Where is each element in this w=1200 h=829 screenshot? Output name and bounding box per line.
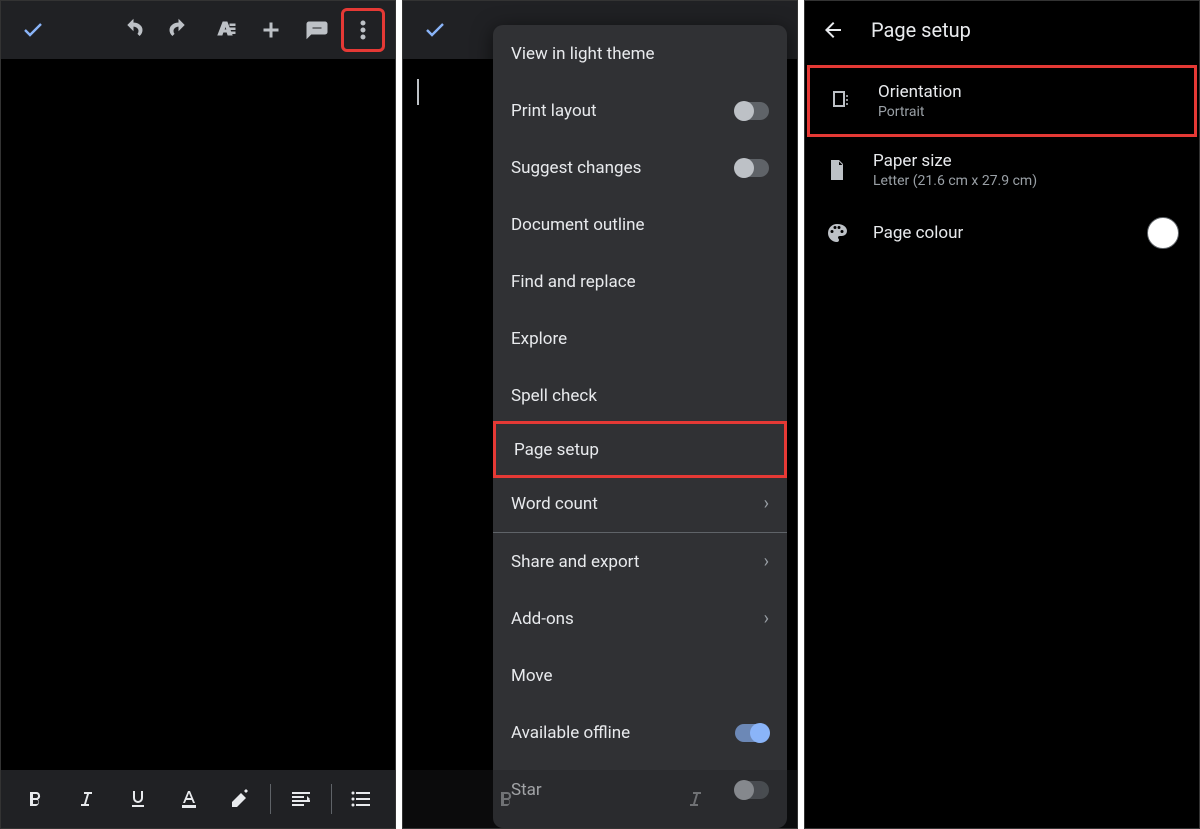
page-setup-header: Page setup [805,1,1199,59]
undo-button[interactable] [111,8,155,52]
menu-document-outline[interactable]: Document outline [493,196,787,253]
underline-button[interactable] [112,777,163,821]
menu-label: View in light theme [511,44,769,64]
menu-label: Move [511,666,769,686]
menu-explore[interactable]: Explore [493,310,787,367]
page-colour-swatch[interactable] [1147,217,1179,249]
bottom-toolbar-dimmed [403,770,797,828]
chevron-right-icon: › [764,493,769,514]
overflow-menu: View in light theme Print layout Suggest… [493,25,787,828]
page-setup-list: Orientation Portrait Paper size Letter (… [805,59,1199,263]
menu-find-replace[interactable]: Find and replace [493,253,787,310]
row-orientation[interactable]: Orientation Portrait [807,65,1197,137]
panel-editor [0,0,396,829]
done-button[interactable] [413,8,457,52]
menu-label: Print layout [511,101,735,121]
menu-move[interactable]: Move [493,647,787,704]
text-cursor [417,79,419,105]
menu-suggest-changes[interactable]: Suggest changes [493,139,787,196]
menu-view-light-theme[interactable]: View in light theme [493,25,787,82]
menu-label: Share and export [511,552,764,572]
chevron-right-icon: › [764,551,769,572]
redo-button[interactable] [157,8,201,52]
menu-label: Page setup [514,440,766,460]
toggle-suggest-changes[interactable] [735,159,769,177]
bold-button [411,777,600,821]
row-label: Orientation [878,82,1174,102]
done-button[interactable] [11,8,55,52]
menu-label: Word count [511,494,764,514]
menu-label: Document outline [511,215,769,235]
align-button[interactable] [275,777,326,821]
italic-button [600,777,789,821]
text-format-button[interactable] [203,8,247,52]
menu-label: Suggest changes [511,158,735,178]
orientation-icon [828,87,856,115]
toggle-print-layout[interactable] [735,102,769,120]
row-value: Portrait [878,104,1174,120]
bold-button[interactable] [9,777,60,821]
row-paper-size[interactable]: Paper size Letter (21.6 cm x 27.9 cm) [805,137,1199,203]
menu-label: Add-ons [511,609,764,629]
menu-label: Available offline [511,723,735,743]
menu-label: Spell check [511,386,769,406]
top-toolbar [1,1,395,59]
document-canvas[interactable] [1,59,395,770]
back-button[interactable] [819,16,847,44]
palette-icon [823,219,851,247]
page-title: Page setup [871,18,971,42]
more-button[interactable] [341,8,385,52]
menu-label: Explore [511,329,769,349]
toolbar-divider [331,784,332,814]
chevron-right-icon: › [764,608,769,629]
menu-label: Find and replace [511,272,769,292]
menu-available-offline[interactable]: Available offline [493,704,787,761]
highlight-button[interactable] [215,777,266,821]
comment-button[interactable] [295,8,339,52]
insert-button[interactable] [249,8,293,52]
list-button[interactable] [336,777,387,821]
menu-word-count[interactable]: Word count › [493,475,787,532]
bottom-toolbar [1,770,395,828]
toggle-available-offline[interactable] [735,724,769,742]
panel-page-setup: Page setup Orientation Portrait Paper si… [804,0,1200,829]
menu-print-layout[interactable]: Print layout [493,82,787,139]
menu-page-setup[interactable]: Page setup [493,421,787,478]
text-color-button[interactable] [163,777,214,821]
paper-icon [823,156,851,184]
row-label: Paper size [873,151,1179,171]
menu-spell-check[interactable]: Spell check [493,367,787,424]
italic-button[interactable] [60,777,111,821]
row-value: Letter (21.6 cm x 27.9 cm) [873,173,1179,189]
toolbar-divider [270,784,271,814]
menu-add-ons[interactable]: Add-ons › [493,590,787,647]
panel-overflow-menu: View in light theme Print layout Suggest… [402,0,798,829]
menu-share-export[interactable]: Share and export › [493,533,787,590]
row-page-colour[interactable]: Page colour [805,203,1199,263]
row-label: Page colour [873,223,1125,243]
